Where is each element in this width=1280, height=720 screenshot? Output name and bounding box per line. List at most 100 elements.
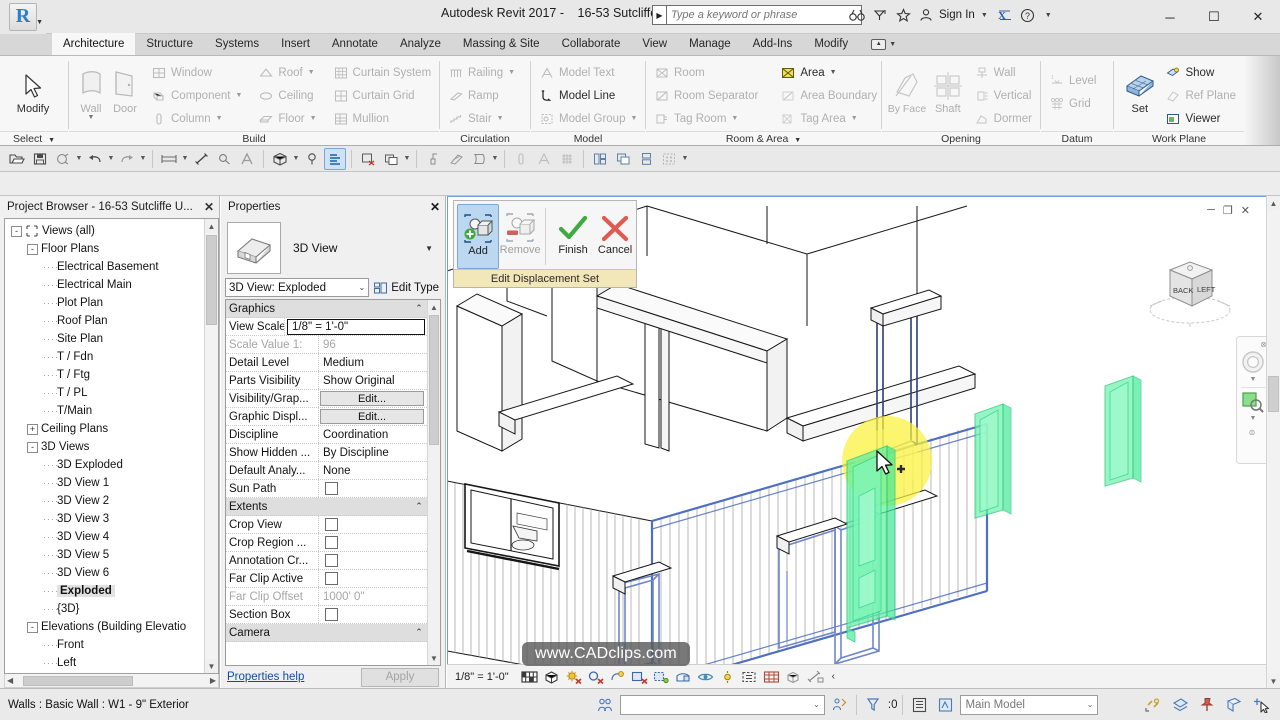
chevron-down-icon[interactable]: ▼: [48, 137, 55, 144]
navbar-menu-icon[interactable]: ⊜: [1249, 428, 1256, 437]
modify-button[interactable]: Modify: [5, 60, 61, 115]
reveal-hidden-elements-icon[interactable]: [718, 667, 737, 686]
tree-node[interactable]: ···· 3D View 3: [7, 510, 218, 528]
chevron-down-icon[interactable]: ⌄: [1087, 700, 1094, 709]
property-value[interactable]: 96: [319, 336, 427, 353]
paint-icon[interactable]: [422, 148, 444, 170]
main-vertical-scrollbar[interactable]: ▲ ▼: [1266, 196, 1280, 688]
favorites-star-icon[interactable]: [892, 4, 914, 26]
chevron-down-icon[interactable]: ▼: [36, 19, 43, 26]
edit-button[interactable]: Edit...: [320, 409, 424, 424]
expand-arrow-icon[interactable]: ‹: [832, 671, 835, 682]
cascade-windows-icon[interactable]: [612, 148, 634, 170]
chevron-down-icon[interactable]: ▼: [107, 155, 115, 162]
tree-node[interactable]: ···· Front: [7, 636, 218, 654]
property-group-header[interactable]: Graphics ⌃: [226, 300, 427, 318]
expand-icon[interactable]: +: [27, 423, 38, 435]
ribbon-collapse-icon[interactable]: ▲: [871, 38, 887, 50]
minimize-button[interactable]: ─: [1148, 0, 1192, 34]
filter-icon[interactable]: [862, 695, 884, 715]
chevron-down-icon[interactable]: ▼: [425, 244, 433, 253]
aligned-dimension-icon[interactable]: [190, 148, 212, 170]
tile-windows-icon[interactable]: [589, 148, 611, 170]
tree-node[interactable]: ···· Roof Plan: [7, 312, 218, 330]
tree-node[interactable]: ···· T / PL: [7, 384, 218, 402]
property-value[interactable]: By Discipline: [319, 444, 427, 461]
stair-tool-button[interactable]: Stair ▼: [445, 108, 518, 129]
tab-add-ins[interactable]: Add-Ins: [742, 33, 804, 55]
collapse-icon[interactable]: -: [11, 225, 22, 237]
chevron-down-icon[interactable]: ▼: [851, 115, 858, 122]
chevron-down-icon[interactable]: ⌄: [359, 283, 366, 292]
chevron-down-icon[interactable]: ▼: [292, 155, 300, 162]
tree-node[interactable]: ···· Left: [7, 654, 218, 672]
redo-icon[interactable]: [116, 148, 138, 170]
sync-icon[interactable]: [52, 148, 74, 170]
room-separator-button[interactable]: Room Separator: [651, 85, 761, 106]
drawing-area[interactable]: ─ ❐ ✕ Add Remove Finish Cancel Edit Disp…: [447, 196, 1280, 688]
project-browser-scrollbar[interactable]: ▲ ▼: [204, 219, 218, 673]
cancel-button[interactable]: Cancel: [594, 204, 636, 269]
chevron-down-icon[interactable]: ▼: [491, 155, 499, 162]
search-binoculars-icon[interactable]: [846, 4, 868, 26]
model-group-button[interactable]: Model Group ▼: [536, 108, 640, 129]
select-pinned-icon[interactable]: [1196, 695, 1218, 715]
select-links-icon[interactable]: [1142, 695, 1164, 715]
tab-views-icon[interactable]: [635, 148, 657, 170]
tab-architecture[interactable]: Architecture: [52, 33, 136, 55]
chevron-down-icon[interactable]: ▼: [681, 155, 689, 162]
scroll-down-icon[interactable]: ▼: [428, 651, 440, 665]
scrollbar-thumb[interactable]: [429, 315, 439, 445]
tab-analyze[interactable]: Analyze: [389, 33, 452, 55]
tab-insert[interactable]: Insert: [270, 33, 321, 55]
window-tool-button[interactable]: Window: [148, 62, 245, 83]
edit-type-button[interactable]: Edit Type: [373, 281, 441, 295]
ceiling-tool-button[interactable]: Ceiling: [255, 85, 319, 106]
tree-node[interactable]: ···· Exploded: [7, 582, 218, 600]
remove-from-displacement-set-button[interactable]: Remove: [499, 204, 541, 269]
checkbox[interactable]: [325, 536, 338, 549]
sun-path-off-icon[interactable]: [564, 667, 583, 686]
column-tool-icon[interactable]: [510, 148, 532, 170]
exclude-options-icon[interactable]: [908, 695, 930, 715]
tree-node[interactable]: + Ceiling Plans: [7, 420, 218, 438]
close-button[interactable]: ✕: [1236, 0, 1280, 34]
chevron-down-icon[interactable]: ▼: [75, 155, 83, 162]
tab-massing-and-site[interactable]: Massing & Site: [452, 33, 551, 55]
shadows-off-icon[interactable]: [586, 667, 605, 686]
chevron-down-icon[interactable]: ▼: [497, 115, 504, 122]
chevron-down-icon[interactable]: ▼: [308, 69, 315, 76]
tree-node[interactable]: - Elevations (Building Elevatio: [7, 618, 218, 636]
collapse-group-icon[interactable]: ⌃: [411, 624, 427, 641]
project-browser-hscrollbar[interactable]: ◀ ▶: [4, 674, 219, 688]
split-face-icon[interactable]: [445, 148, 467, 170]
property-value[interactable]: Medium: [319, 354, 427, 371]
level-button[interactable]: 1 Level: [1046, 70, 1100, 91]
area-button[interactable]: Area ▼: [777, 62, 880, 83]
opening-vertical-button[interactable]: Vertical: [971, 85, 1035, 106]
type-selector-dropdown[interactable]: 3D View: Exploded ⌄: [225, 278, 370, 297]
lock-3d-view-icon[interactable]: [674, 667, 693, 686]
help-icon[interactable]: ?: [1017, 4, 1039, 26]
chevron-down-icon[interactable]: ▼: [1250, 376, 1257, 383]
tab-collaborate[interactable]: Collaborate: [551, 33, 632, 55]
tree-node[interactable]: ···· 3D Exploded: [7, 456, 218, 474]
chevron-down-icon[interactable]: ▼: [830, 69, 837, 76]
property-group-header[interactable]: Extents ⌃: [226, 498, 427, 516]
close-hidden-windows-icon[interactable]: [357, 148, 379, 170]
curtain-system-button[interactable]: Curtain System: [330, 62, 435, 83]
show-analytical-model-icon[interactable]: [762, 667, 781, 686]
worksets-icon[interactable]: [594, 695, 616, 715]
chevron-down-icon[interactable]: ▼: [403, 155, 411, 162]
tree-node[interactable]: -3D Views: [7, 438, 218, 456]
tree-node[interactable]: ···· 3D View 1: [7, 474, 218, 492]
property-value[interactable]: Show Original: [319, 372, 427, 389]
scrollbar-thumb[interactable]: [1268, 376, 1279, 412]
view-minimize-button[interactable]: ─: [1207, 204, 1215, 217]
apply-button[interactable]: Apply: [361, 667, 439, 687]
floor-tool-button[interactable]: Floor ▼: [255, 108, 319, 129]
chevron-down-icon[interactable]: ▼: [216, 115, 223, 122]
chevron-down-icon[interactable]: ▼: [310, 115, 317, 122]
workset-dropdown[interactable]: ⌄: [619, 694, 825, 715]
chevron-down-icon[interactable]: ▼: [235, 92, 242, 99]
